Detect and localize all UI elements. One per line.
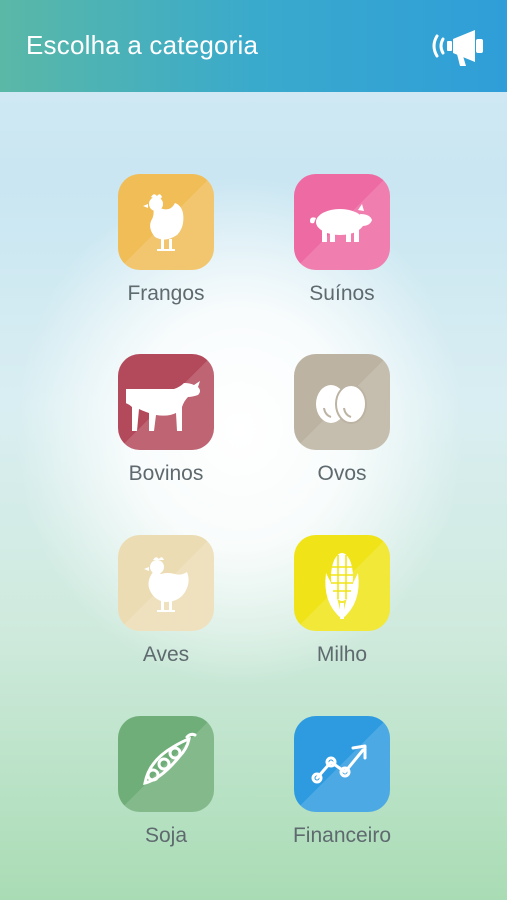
category-frangos[interactable]: Frangos — [76, 174, 256, 334]
category-label: Suínos — [309, 282, 375, 305]
tile-icon-milho — [294, 535, 390, 631]
category-label: Frangos — [127, 282, 205, 305]
category-milho[interactable]: Milho — [252, 535, 432, 695]
category-financeiro[interactable]: Financeiro — [252, 716, 432, 876]
tile-icon-aves — [118, 535, 214, 631]
category-soja[interactable]: Soja — [76, 716, 256, 876]
pig-icon — [310, 204, 372, 242]
tile-icon-financeiro — [294, 716, 390, 812]
category-label: Aves — [142, 643, 190, 666]
category-label: Financeiro — [292, 824, 392, 847]
category-grid: Frangos Suínos Bovinos Ovos Aves Milho S… — [0, 0, 507, 900]
category-aves[interactable]: Aves — [76, 535, 256, 695]
tile-icon-suinos — [294, 174, 390, 270]
tile-icon-soja — [118, 716, 214, 812]
tile-icon-bovinos — [118, 354, 214, 450]
hen-icon — [144, 557, 189, 612]
tile-icon-frangos — [118, 174, 214, 270]
category-label: Milho — [316, 643, 368, 666]
cow-icon — [126, 381, 200, 431]
category-suinos[interactable]: Suínos — [252, 174, 432, 334]
category-label: Bovinos — [128, 462, 204, 485]
category-bovinos[interactable]: Bovinos — [76, 354, 256, 514]
soybean-icon — [143, 732, 197, 786]
eggs-icon — [316, 384, 367, 424]
category-label: Soja — [144, 824, 188, 847]
category-ovos[interactable]: Ovos — [252, 354, 432, 514]
corn-icon — [325, 553, 359, 619]
chicken-icon — [143, 194, 184, 251]
chart-line-icon — [311, 744, 367, 784]
tile-icon-ovos — [294, 354, 390, 450]
category-label: Ovos — [317, 462, 367, 485]
